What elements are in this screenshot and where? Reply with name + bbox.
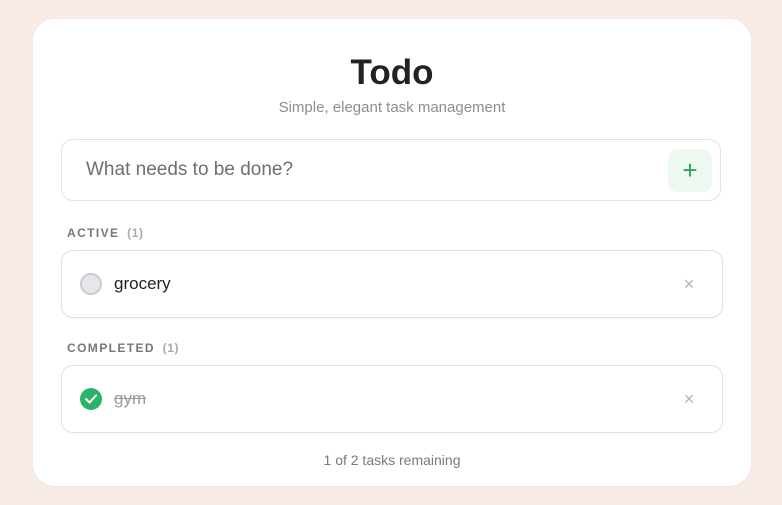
task-item-gym: gym × (61, 365, 723, 433)
completed-section-header: COMPLETED (1) (67, 340, 179, 356)
app-subtitle: Simple, elegant task management (278, 99, 506, 116)
app-title: Todo (350, 53, 434, 92)
task-checkbox[interactable] (80, 388, 102, 410)
task-item-grocery: grocery × (61, 250, 723, 318)
add-task-button[interactable]: + (668, 149, 712, 192)
todo-card: Todo Simple, elegant task management + A… (33, 19, 751, 486)
task-text: gym (114, 389, 147, 408)
task-text: grocery (114, 274, 171, 293)
close-icon: × (683, 274, 695, 294)
completed-section-count: (1) (162, 341, 180, 355)
plus-icon: + (682, 155, 698, 185)
task-checkbox[interactable] (80, 273, 102, 295)
check-icon (85, 394, 97, 404)
delete-task-button[interactable]: × (680, 389, 698, 409)
active-section-header: ACTIVE (1) (67, 225, 144, 241)
new-task-form: + (61, 139, 721, 201)
delete-task-button[interactable]: × (680, 274, 698, 294)
tasks-remaining-text: 1 of 2 tasks remaining (323, 452, 461, 468)
close-icon: × (683, 389, 695, 409)
active-section-label: ACTIVE (67, 226, 120, 240)
active-section-count: (1) (127, 226, 144, 240)
completed-section-label: COMPLETED (67, 341, 155, 355)
new-task-input[interactable] (62, 140, 662, 200)
